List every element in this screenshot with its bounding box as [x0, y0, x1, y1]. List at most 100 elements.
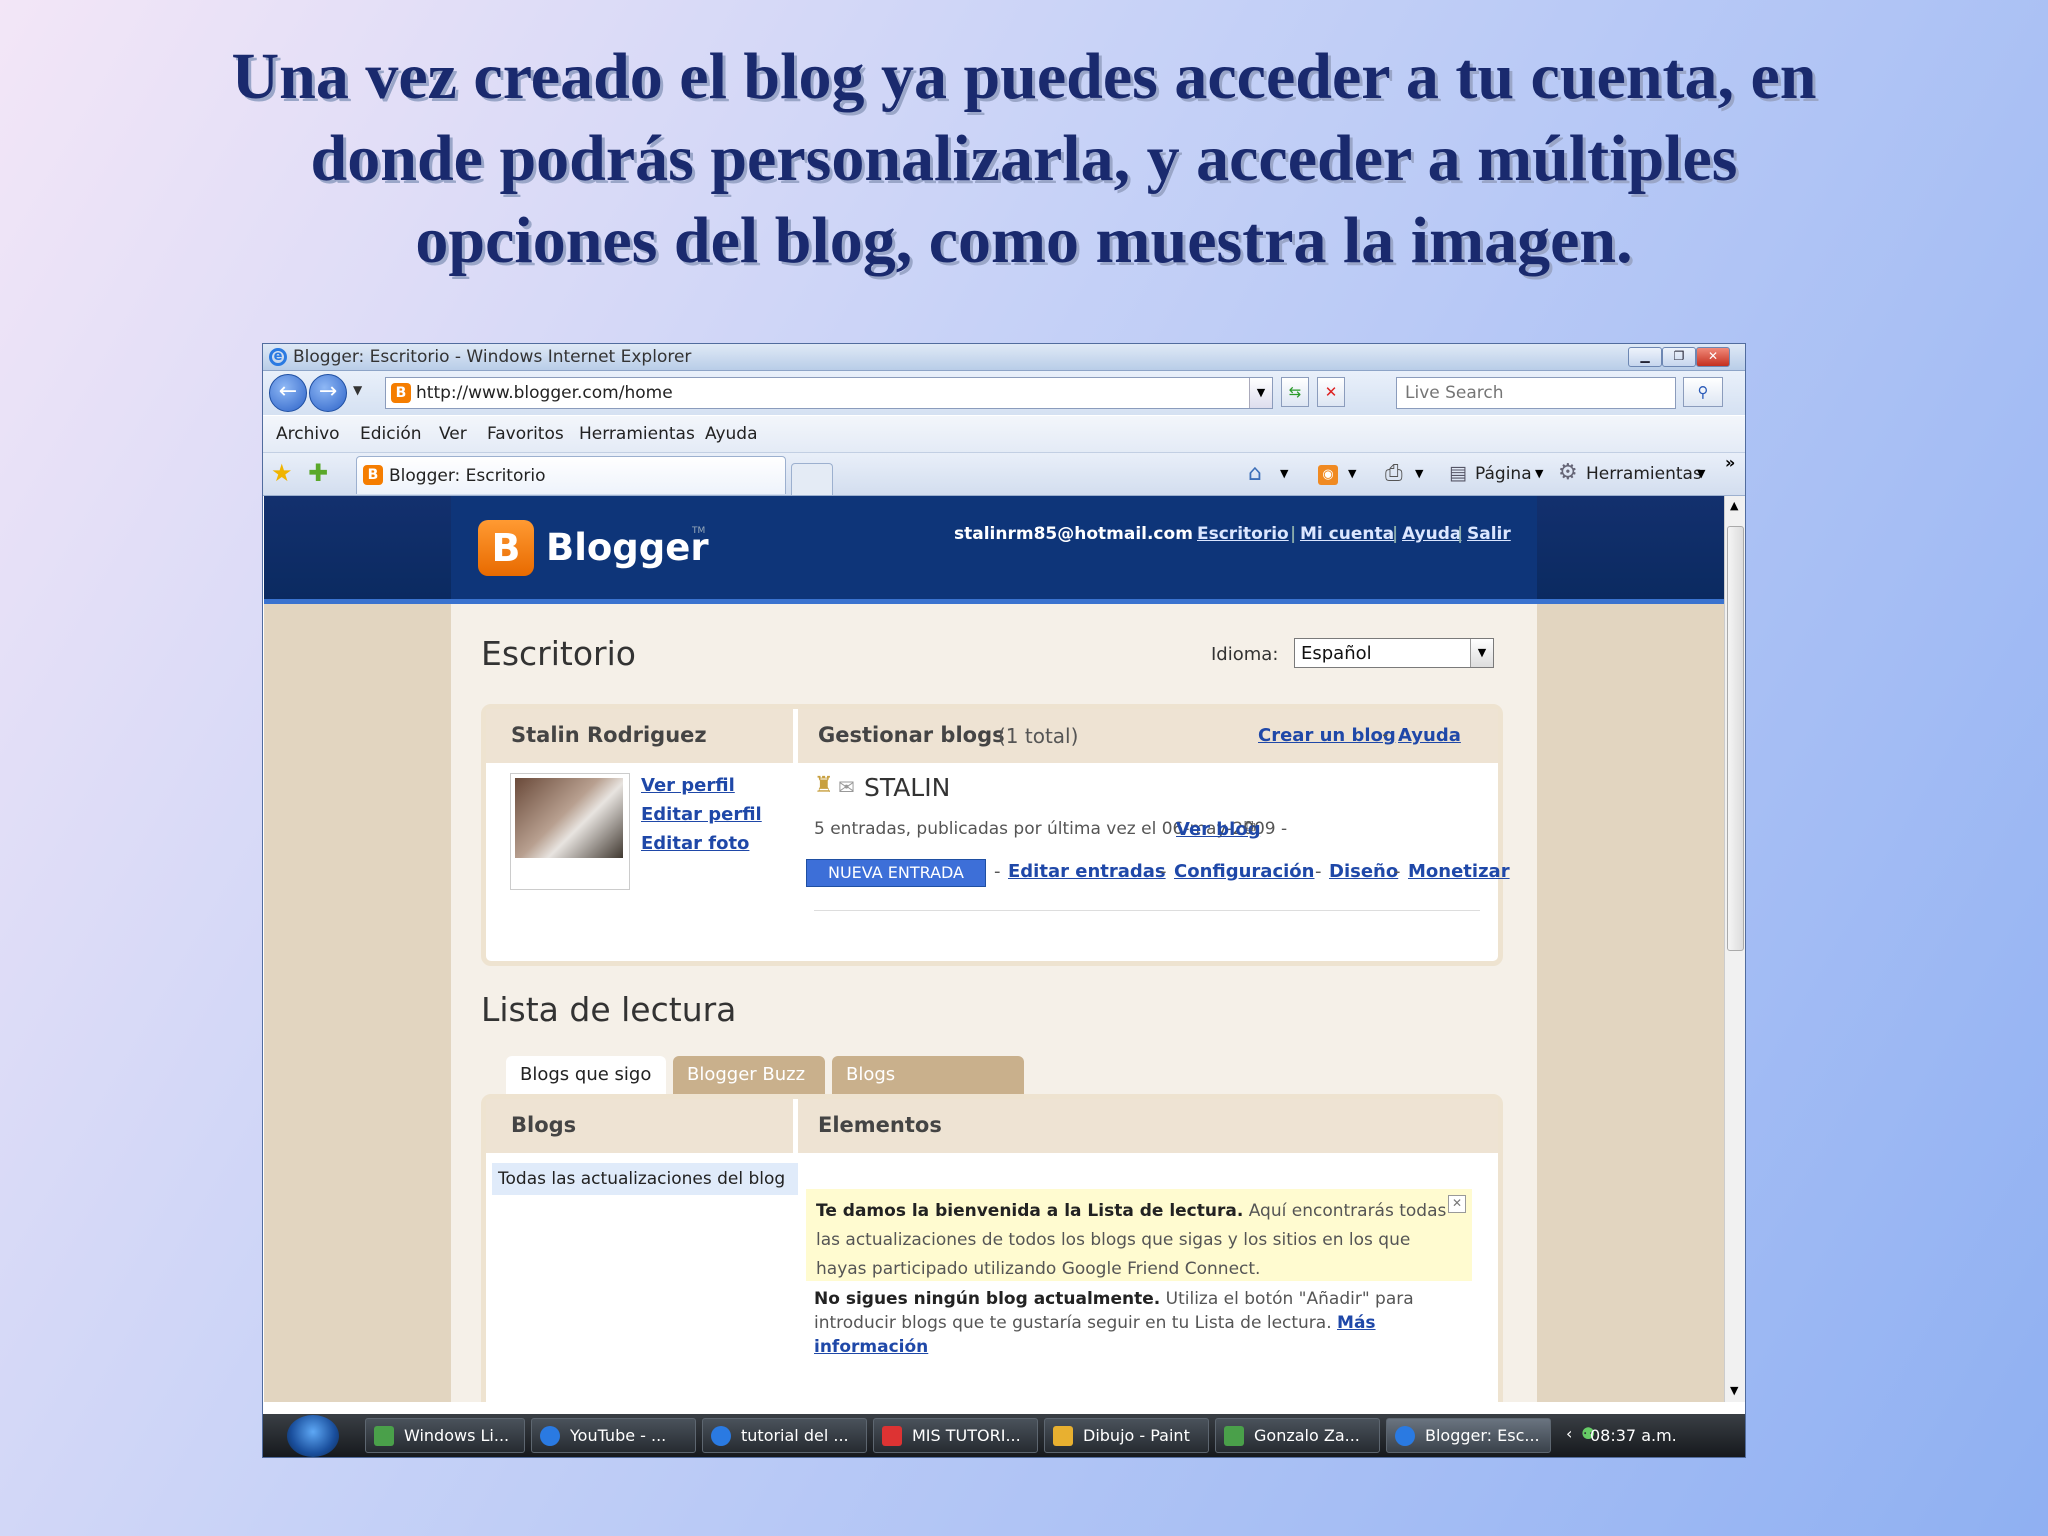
dashboard-panel: Escritorio Idioma: Español ▼ Stalin Rodr… [451, 604, 1537, 1402]
edit-profile-link[interactable]: Editar perfil [641, 804, 762, 825]
tab-bar: ★ ✚ B Blogger: Escritorio ⌂ ▼ ◉ ▼ ⎙ ▼ ▤ … [263, 453, 1745, 496]
blog-robot-icon: ♜ [814, 773, 834, 798]
browser-window: e Blogger: Escritorio - Windows Internet… [263, 344, 1745, 1457]
url-text[interactable]: http://www.blogger.com/home [416, 383, 673, 403]
design-link[interactable]: Diseño [1329, 861, 1398, 882]
edit-photo-link[interactable]: Editar foto [641, 833, 749, 854]
clock[interactable]: 08:37 a.m. [1590, 1426, 1677, 1445]
close-icon[interactable]: ✕ [1448, 1195, 1466, 1213]
search-icon[interactable]: ⚲ [1683, 377, 1723, 407]
menu-ver[interactable]: Ver [439, 424, 467, 444]
start-button[interactable] [287, 1415, 339, 1457]
menu-bar: Archivo Edición Ver Favoritos Herramient… [263, 416, 1745, 453]
menu-herramientas[interactable]: Herramientas [579, 424, 695, 444]
reading-box: Blogs Elementos Todas las actualizacione… [481, 1094, 1503, 1402]
create-blog-link[interactable]: Crear un blog [1258, 725, 1396, 746]
task-mis-tutoriales[interactable]: MIS TUTORI... [873, 1418, 1038, 1453]
task-gonzalo[interactable]: Gonzalo Za... [1215, 1418, 1380, 1453]
rss-feed-icon[interactable]: ◉ [1318, 465, 1338, 485]
all-updates-item[interactable]: Todas las actualizaciones del blog [492, 1163, 798, 1195]
dashboard-box: Stalin Rodriguez Gestionar blogs (1 tota… [481, 704, 1510, 966]
restore-button[interactable]: ❐ [1662, 347, 1696, 367]
vertical-scrollbar[interactable]: ▲ ▼ [1724, 496, 1745, 1402]
tab-blogger-buzz[interactable]: Blogger Buzz [673, 1056, 825, 1094]
edit-posts-link[interactable]: Editar entradas [1008, 861, 1166, 882]
live-search-box[interactable] [1396, 377, 1676, 409]
feed-dropdown-icon[interactable]: ▼ [1348, 467, 1356, 480]
language-label: Idioma: [1211, 644, 1279, 665]
separator: - [1394, 861, 1401, 882]
url-dropdown-icon[interactable]: ▼ [1249, 378, 1272, 408]
avatar[interactable] [515, 778, 623, 858]
home-icon[interactable]: ⌂ [1248, 461, 1262, 486]
link-ayuda[interactable]: Ayuda [1402, 524, 1461, 544]
tray-expand-icon[interactable]: ‹ [1566, 1424, 1572, 1443]
task-windows-live[interactable]: Windows Li... [365, 1418, 525, 1453]
separator: - [994, 861, 1001, 882]
stop-icon[interactable]: ✕ [1317, 377, 1345, 407]
blog-name: STALIN [864, 773, 951, 802]
refresh-icon[interactable]: ⇆ [1281, 377, 1309, 407]
ie-logo-icon: e [269, 348, 287, 366]
more-chevron-icon[interactable]: » [1725, 453, 1735, 472]
print-icon[interactable]: ⎙ [1385, 461, 1403, 486]
gear-icon: ⚙ [1558, 460, 1578, 485]
print-dropdown-icon[interactable]: ▼ [1415, 467, 1423, 480]
minimize-button[interactable]: ▁ [1628, 347, 1662, 367]
view-profile-link[interactable]: Ver perfil [641, 775, 735, 796]
blogger-logo-icon[interactable]: B [478, 520, 534, 576]
home-dropdown-icon[interactable]: ▼ [1280, 467, 1288, 480]
forward-button[interactable]: → [309, 374, 347, 412]
tab-blogs-importantes[interactable]: Blogs importantes [832, 1056, 1024, 1123]
scroll-down-icon[interactable]: ▼ [1730, 1384, 1738, 1397]
ie-icon [711, 1426, 731, 1446]
separator: - [1160, 861, 1167, 882]
tools-menu[interactable]: Herramientas [1586, 464, 1702, 484]
settings-link[interactable]: Configuración [1174, 861, 1314, 882]
language-select[interactable]: Español ▼ [1294, 638, 1494, 668]
add-favorite-icon[interactable]: ✚ [308, 459, 328, 487]
task-tutorial[interactable]: tutorial del ... [702, 1418, 867, 1453]
search-input[interactable] [1403, 378, 1657, 408]
reading-list-title: Lista de lectura [481, 990, 737, 1029]
favorites-star-icon[interactable]: ★ [271, 459, 293, 487]
scroll-up-icon[interactable]: ▲ [1730, 499, 1738, 512]
page-dropdown-icon[interactable]: ▼ [1535, 467, 1543, 480]
language-dropdown-icon[interactable]: ▼ [1470, 639, 1493, 667]
link-escritorio[interactable]: Escritorio [1197, 524, 1289, 544]
close-window-button[interactable]: ✕ [1696, 347, 1730, 367]
manage-help-link[interactable]: Ayuda [1398, 725, 1461, 746]
monetize-link[interactable]: Monetizar [1408, 861, 1510, 882]
messenger-icon [374, 1426, 394, 1446]
tab-blogger-escritorio[interactable]: B Blogger: Escritorio [356, 456, 786, 494]
page-menu[interactable]: Página [1475, 464, 1532, 484]
history-dropdown-icon[interactable]: ▼ [353, 383, 362, 397]
link-salir[interactable]: Salir [1467, 524, 1511, 544]
menu-ayuda[interactable]: Ayuda [705, 424, 758, 444]
task-paint[interactable]: Dibujo - Paint [1044, 1418, 1209, 1453]
divider [814, 910, 1480, 911]
task-blogger[interactable]: Blogger: Esc... [1386, 1418, 1551, 1453]
tab-blogs-que-sigo[interactable]: Blogs que sigo [506, 1056, 666, 1094]
task-youtube[interactable]: YouTube - ... [531, 1418, 696, 1453]
welcome-text: Te damos la bienvenida a la Lista de lec… [816, 1197, 1456, 1284]
menu-archivo[interactable]: Archivo [276, 424, 340, 444]
address-field[interactable]: B http://www.blogger.com/home ▼ [385, 377, 1273, 409]
separator: | [1290, 524, 1297, 544]
separator: | [1457, 524, 1464, 544]
new-tab-button[interactable] [791, 463, 833, 495]
link-mi-cuenta[interactable]: Mi cuenta [1300, 524, 1394, 544]
back-button[interactable]: ← [269, 374, 307, 412]
scroll-thumb[interactable] [1727, 526, 1744, 951]
user-email: stalinrm85@hotmail.com [954, 524, 1193, 544]
welcome-notice: Te damos la bienvenida a la Lista de lec… [806, 1189, 1472, 1281]
windows-taskbar: Windows Li... YouTube - ... tutorial del… [263, 1414, 1745, 1457]
menu-edicion[interactable]: Edición [360, 424, 422, 444]
paint-icon [1053, 1426, 1073, 1446]
menu-favoritos[interactable]: Favoritos [487, 424, 564, 444]
tools-dropdown-icon[interactable]: ▼ [1697, 467, 1705, 480]
all-updates-label: Todas las actualizaciones del blog [498, 1169, 786, 1189]
blogs-col-header: Blogs [486, 1099, 793, 1153]
new-post-button[interactable]: NUEVA ENTRADA [806, 859, 986, 887]
blog-count: (1 total) [998, 724, 1079, 748]
